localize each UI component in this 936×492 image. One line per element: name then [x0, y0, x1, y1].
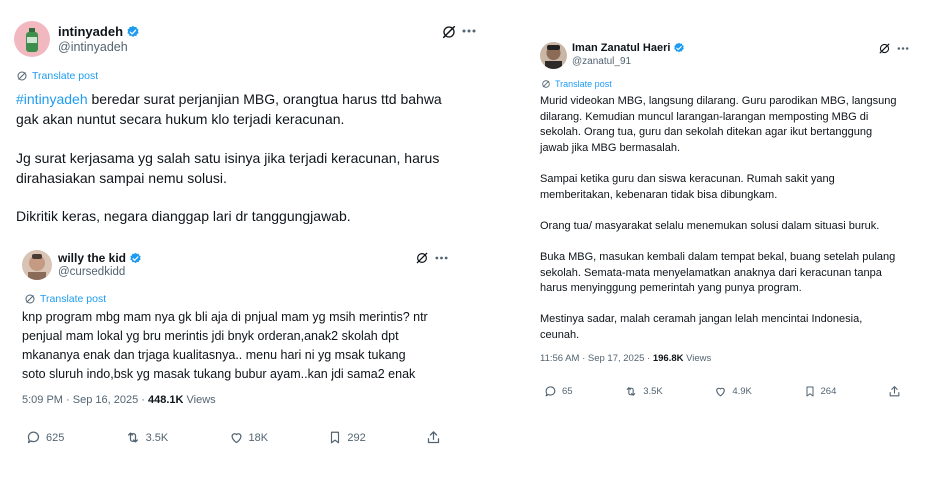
- translate-globe-icon: [25, 294, 35, 304]
- avatar-face-icon: [28, 254, 46, 280]
- verified-badge-icon: [130, 252, 141, 263]
- avatar-face-icon: [545, 45, 562, 69]
- reply-icon: [545, 386, 556, 397]
- more-icon[interactable]: [462, 28, 476, 34]
- views-label: Views: [683, 353, 712, 364]
- translate-globe-icon: [17, 71, 27, 81]
- left-tweet: intinyadeh @intinyadeh Translate post #i…: [0, 0, 476, 492]
- more-icon[interactable]: [897, 46, 909, 51]
- timestamp-views[interactable]: 11:56 AM · Sep 17, 2025 · 196.8K Views: [540, 353, 711, 364]
- quoted-tweet[interactable]: willy the kid @cursedkidd Translate post…: [6, 236, 464, 461]
- like-icon: [716, 387, 726, 397]
- share-icon: [889, 386, 900, 397]
- repost-button[interactable]: 3.5K: [125, 430, 169, 445]
- grok-icon[interactable]: [441, 24, 457, 40]
- author-name-row[interactable]: intinyadeh: [58, 24, 140, 39]
- like-count: 18K: [248, 431, 269, 444]
- avatar[interactable]: [14, 21, 50, 57]
- repost-count: 3.5K: [643, 386, 663, 397]
- share-icon: [427, 431, 440, 444]
- verified-badge-icon: [674, 42, 685, 53]
- quote-views-label: Views: [183, 394, 216, 406]
- grok-icon[interactable]: [415, 251, 429, 265]
- tweet-text: #intinyadeh beredar surat perjanjian MBG…: [16, 89, 466, 129]
- quote-avatar[interactable]: [22, 250, 52, 280]
- share-button[interactable]: [888, 385, 906, 398]
- repost-icon: [626, 387, 636, 396]
- translate-post-link[interactable]: Translate post: [541, 79, 612, 89]
- translate-label[interactable]: Translate post: [32, 70, 98, 82]
- bookmark-button[interactable]: 264: [804, 385, 837, 398]
- bookmark-count: 264: [820, 386, 837, 397]
- reply-icon: [27, 431, 40, 444]
- verified-badge-icon: [127, 25, 139, 37]
- translate-label[interactable]: Translate post: [555, 79, 612, 89]
- bookmark-icon: [806, 386, 813, 397]
- like-button[interactable]: 4.9K: [714, 385, 752, 398]
- timestamp[interactable]: 11:56 AM · Sep 17, 2025 ·: [540, 353, 653, 364]
- author-name[interactable]: intinyadeh: [58, 24, 123, 39]
- hashtag-link[interactable]: #intinyadeh: [16, 91, 88, 107]
- tweet-text-para2: Jg surat kerjasama yg salah satu isinya …: [16, 150, 440, 186]
- tweet-text-para3: Dikritik keras, negara dianggap lari dr …: [16, 208, 351, 224]
- translate-post-link[interactable]: Translate post: [16, 70, 98, 82]
- author-handle[interactable]: @intinyadeh: [58, 40, 128, 54]
- reply-button[interactable]: 625: [26, 430, 64, 445]
- avatar-bottle-icon: [26, 28, 38, 52]
- avatar[interactable]: [540, 42, 567, 69]
- quote-text: knp program mbg mam nya gk bli aja di pn…: [22, 310, 428, 381]
- bookmark-button[interactable]: 292: [328, 430, 366, 445]
- author-name[interactable]: Iman Zanatul Haeri: [572, 42, 670, 54]
- bookmark-count: 292: [347, 431, 366, 444]
- more-icon[interactable]: [435, 255, 448, 261]
- quote-author-name-row[interactable]: willy the kid: [58, 251, 142, 265]
- like-icon: [231, 433, 242, 444]
- quote-author-name[interactable]: willy the kid: [58, 251, 126, 265]
- quote-views-count: 448.1K: [147, 394, 184, 406]
- reply-count: 65: [562, 386, 573, 397]
- like-button[interactable]: 18K: [229, 430, 269, 445]
- like-count: 4.9K: [732, 386, 752, 397]
- repost-count: 3.5K: [145, 431, 169, 444]
- action-bar: 65 3.5K 4.9K 264: [544, 385, 906, 398]
- quote-action-bar: 625 3.5K 18K 292: [26, 430, 446, 445]
- quote-author-handle[interactable]: @cursedkidd: [58, 266, 125, 278]
- views-count: 196.8K: [652, 353, 684, 364]
- share-button[interactable]: [426, 430, 446, 445]
- quote-translate-post-link[interactable]: Translate post: [24, 293, 106, 305]
- bookmark-icon: [331, 431, 340, 444]
- translate-globe-icon: [542, 80, 550, 88]
- quote-timestamp-views[interactable]: 5:09 PM · Sep 16, 2025 · 448.1K Views: [22, 394, 216, 406]
- tweet-text: Murid videokan MBG, langsung dilarang. G…: [540, 95, 897, 341]
- reply-button[interactable]: 65: [544, 385, 573, 398]
- grok-icon[interactable]: [878, 42, 891, 55]
- repost-button[interactable]: 3.5K: [624, 385, 663, 398]
- right-tweet: Iman Zanatul Haeri @zanatul_91 Translate…: [520, 20, 932, 420]
- quote-translate-label[interactable]: Translate post: [40, 293, 106, 305]
- reply-count: 625: [46, 431, 65, 444]
- author-handle[interactable]: @zanatul_91: [572, 56, 631, 67]
- repost-icon: [127, 432, 138, 443]
- quote-timestamp[interactable]: 5:09 PM · Sep 16, 2025 ·: [22, 394, 148, 406]
- author-name-row[interactable]: Iman Zanatul Haeri: [572, 42, 685, 54]
